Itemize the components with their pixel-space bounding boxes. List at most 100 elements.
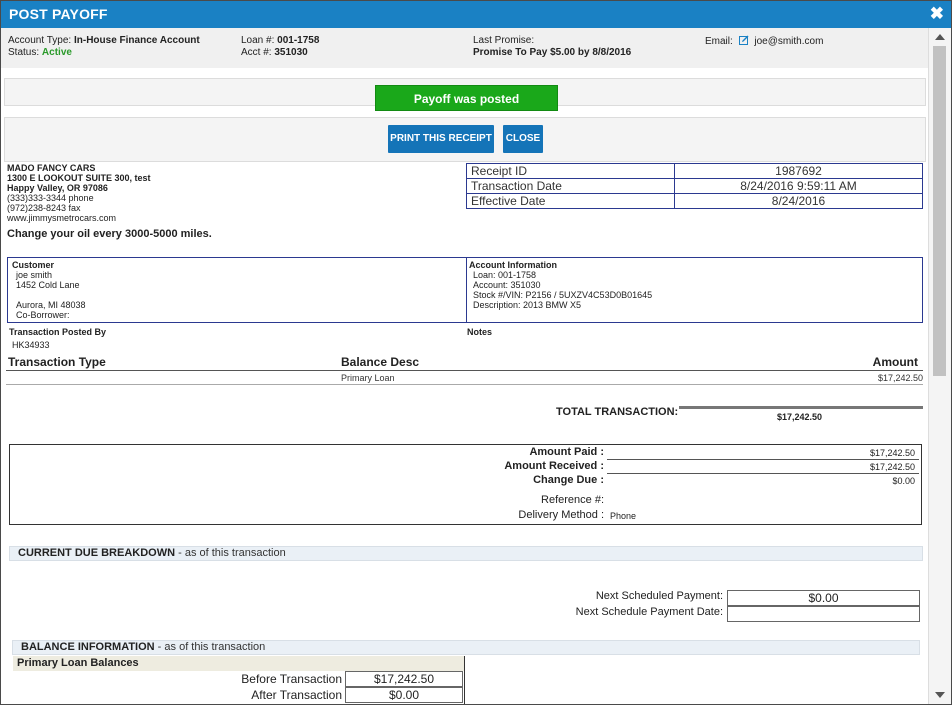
effective-date-value: 8/24/2016 [674, 193, 923, 209]
scroll-up-icon[interactable] [935, 34, 945, 40]
title-bar: POST PAYOFF ✖ [1, 1, 951, 28]
status-badge: Active [41, 47, 72, 58]
loan-label: Loan #: [241, 35, 275, 46]
customer-heading: Customer [12, 260, 55, 270]
row-balance-desc: Primary Loan [341, 373, 395, 383]
change-due-value: $0.00 [892, 476, 915, 486]
dealer-phone: (333)333-3344 phone [7, 193, 94, 203]
total-divider [679, 406, 923, 409]
reference-label: Reference #: [541, 494, 604, 506]
row-amount: $17,242.50 [877, 373, 923, 383]
customer-blank-line [12, 290, 86, 300]
next-date-value [727, 606, 920, 622]
current-due-title: CURRENT DUE BREAKDOWN [18, 547, 176, 559]
delivery-method-label: Delivery Method : [518, 509, 604, 521]
acct-label: Acct #: [241, 47, 272, 58]
scroll-thumb[interactable] [933, 46, 946, 376]
amount-paid-label: Amount Paid : [529, 446, 604, 458]
balance-info-section: BALANCE INFORMATION - as of this transac… [12, 640, 920, 655]
primary-loan-heading: Primary Loan Balances [13, 656, 465, 671]
edit-icon[interactable] [738, 35, 749, 45]
account-summary: Account Type: In-House Finance Account S… [1, 28, 928, 68]
dealer-info: MADO FANCY CARS 1300 E LOOKOUT SUITE 300… [7, 163, 151, 223]
customer-info: Customer joe smith 1452 Cold Lane Aurora… [12, 260, 86, 320]
account-info-account: Account: 351030 [473, 280, 541, 290]
transaction-date-value: 8/24/2016 9:59:11 AM [674, 178, 923, 194]
before-transaction-value: $17,242.50 [345, 671, 463, 687]
total-transaction-value: $17,242.50 [777, 412, 823, 422]
customer-account-box: Customer joe smith 1452 Cold Lane Aurora… [7, 257, 923, 323]
current-due-subtitle: - as of this transaction [175, 547, 286, 559]
effective-date-label: Effective Date [466, 193, 675, 209]
receipt-id-label: Receipt ID [466, 163, 675, 179]
account-type-block: Account Type: In-House Finance Account S… [8, 35, 200, 59]
amount-received-label: Amount Received : [504, 460, 604, 472]
customer-coborrower: Co-Borrower: [16, 310, 70, 320]
receipt-content: Payoff was posted successfully! PRINT TH… [1, 68, 928, 704]
transaction-date-label: Transaction Date [466, 178, 675, 194]
dialog-title: POST PAYOFF [9, 6, 108, 22]
next-date-label: Next Schedule Payment Date: [575, 606, 723, 618]
posted-by-value: HK34933 [12, 340, 50, 350]
balance-info-title: BALANCE INFORMATION [21, 641, 155, 653]
receipt-table: Receipt ID 1987692 Transaction Date 8/24… [466, 163, 923, 209]
amount-received-value: $17,242.50 [869, 462, 915, 472]
promise-block: Last Promise: Promise To Pay $5.00 by 8/… [473, 35, 631, 59]
loan-block: Loan #: 001-1758 Acct #: 351030 [241, 35, 319, 59]
receipt-id-value: 1987692 [674, 163, 923, 179]
paid-divider [607, 459, 919, 460]
dealer-website: www.jimmysmetrocars.com [7, 213, 117, 223]
account-type-label: Account Type: [8, 35, 72, 46]
account-info-heading: Account Information [469, 260, 557, 270]
promise-label: Last Promise: [473, 35, 535, 46]
account-information: Account Information Loan: 001-1758 Accou… [469, 260, 652, 310]
payment-summary-box: Amount Paid : $17,242.50 Amount Received… [9, 444, 922, 525]
account-info-stock: Stock #/VIN: P2156 / 5UXZV4C53D0B01645 [473, 290, 653, 300]
balance-info-subtitle: - as of this transaction [154, 641, 266, 653]
header-balance-desc: Balance Desc [341, 355, 420, 369]
promise-value: Promise To Pay $5.00 by 8/8/2016 [473, 47, 632, 58]
status-label: Status: [8, 47, 40, 58]
posted-by-label: Transaction Posted By [9, 327, 107, 337]
next-payment-label: Next Scheduled Payment: [595, 590, 723, 602]
post-payoff-dialog: POST PAYOFF ✖ Account Type: In-House Fin… [0, 0, 952, 705]
scroll-down-icon[interactable] [935, 692, 945, 698]
table-row: Transaction Date 8/24/2016 9:59:11 AM [466, 178, 923, 194]
account-type-value: In-House Finance Account [73, 35, 200, 46]
email-label: Email: [705, 36, 733, 47]
customer-city: Aurora, MI 48038 [16, 300, 86, 310]
email-block: Email: joe@smith.com [705, 35, 823, 48]
email-value[interactable]: joe@smith.com [754, 36, 823, 47]
total-transaction-label: TOTAL TRANSACTION: [556, 406, 679, 418]
dealer-address2: Happy Valley, OR 97086 [7, 183, 108, 193]
header-transaction-type: Transaction Type [8, 355, 106, 369]
table-row: Receipt ID 1987692 [466, 163, 923, 179]
account-info-loan: Loan: 001-1758 [473, 270, 537, 280]
change-due-label: Change Due : [533, 474, 604, 486]
table-row: Effective Date 8/24/2016 [466, 193, 923, 209]
close-button[interactable]: CLOSE [503, 125, 543, 153]
loan-number: 001-1758 [277, 35, 320, 46]
header-divider [6, 370, 923, 371]
action-panel: PRINT THIS RECEIPT CLOSE [4, 117, 926, 162]
amount-paid-value: $17,242.50 [869, 448, 915, 458]
row-divider [6, 384, 923, 385]
close-icon[interactable]: ✖ [930, 4, 944, 24]
after-transaction-value: $0.00 [345, 687, 463, 703]
success-banner: Payoff was posted successfully! [375, 85, 558, 132]
after-transaction-label: After Transaction [251, 688, 342, 702]
print-receipt-button[interactable]: PRINT THIS RECEIPT [388, 125, 494, 153]
customer-street: 1452 Cold Lane [16, 280, 80, 290]
next-payment-value: $0.00 [727, 590, 920, 606]
vertical-scrollbar[interactable] [928, 28, 951, 704]
dealer-address1: 1300 E LOOKOUT SUITE 300, test [7, 173, 151, 183]
dealer-tagline: Change your oil every 3000-5000 miles. [7, 228, 212, 240]
customer-name: joe smith [16, 270, 53, 280]
box-divider [466, 258, 467, 322]
header-amount: Amount [872, 355, 918, 369]
message-panel: Payoff was posted successfully! [4, 78, 926, 132]
received-divider [607, 473, 919, 474]
dealer-fax: (972)238-8243 fax [7, 203, 81, 213]
current-due-section: CURRENT DUE BREAKDOWN - as of this trans… [9, 546, 923, 561]
delivery-method-value: Phone [610, 511, 637, 521]
